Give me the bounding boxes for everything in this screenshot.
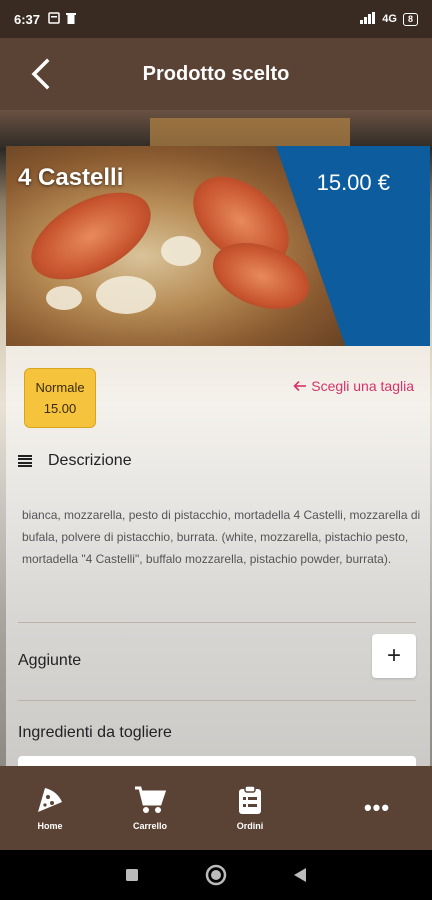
size-label: Normale — [35, 380, 85, 395]
nav-orders[interactable]: Ordini — [200, 766, 300, 850]
description-title: Descrizione — [48, 452, 132, 469]
list-icon — [18, 455, 32, 467]
app-bar: Prodotto scelto — [0, 38, 432, 110]
divider — [18, 700, 416, 701]
notification-icon — [48, 11, 60, 27]
product-details-card: Normale 15.00 Scegli una taglia Descrizi… — [6, 346, 430, 766]
home-circle-icon[interactable] — [205, 864, 227, 886]
trash-icon — [66, 12, 77, 27]
extras-label: Aggiunte — [18, 652, 82, 669]
divider — [18, 622, 416, 623]
remove-ingredients-label: Ingredienti da togliere — [18, 724, 172, 741]
background-image — [150, 118, 350, 146]
back-triangle-icon[interactable] — [293, 867, 307, 883]
battery-icon: 8 — [402, 12, 418, 26]
description-header: Descrizione — [18, 452, 132, 470]
product-content: 4 Castelli 15.00 € Normale 15.00 Scegli … — [0, 110, 432, 766]
status-time: 6:37 — [14, 11, 41, 27]
arrow-left-icon — [293, 380, 307, 392]
remove-ingredients-field[interactable] — [18, 756, 416, 766]
size-option-normale[interactable]: Normale 15.00 — [24, 368, 96, 428]
nav-more[interactable]: ••• — [322, 766, 432, 850]
nav-orders-label: Ordini — [236, 821, 264, 831]
signal-icon — [360, 11, 376, 27]
nav-cart[interactable]: Carrello — [100, 766, 200, 850]
description-text: bianca, mozzarella, pesto di pistacchio,… — [22, 508, 421, 566]
system-nav-bar — [0, 850, 432, 900]
size-price: 15.00 — [43, 401, 77, 416]
clipboard-icon — [239, 785, 261, 814]
size-hint: Scegli una taglia — [293, 378, 414, 394]
product-price: 15.00 € — [316, 170, 390, 195]
pizza-icon — [38, 788, 62, 812]
more-icon: ••• — [363, 795, 391, 820]
back-button[interactable] — [0, 38, 80, 110]
bottom-nav: Home Carrello Ordini ••• — [0, 766, 432, 850]
page-title: Prodotto scelto — [142, 62, 290, 85]
add-extras-button[interactable]: + — [372, 634, 416, 678]
recents-icon[interactable] — [125, 868, 139, 882]
status-bar: 6:37 4G 8 — [0, 0, 432, 38]
nav-cart-label: Carrello — [132, 821, 167, 831]
product-hero: 4 Castelli 15.00 € — [6, 146, 430, 346]
network-type: 4G — [382, 13, 397, 25]
nav-home[interactable]: Home — [0, 766, 100, 850]
size-hint-text: Scegli una taglia — [311, 378, 414, 394]
nav-home-label: Home — [37, 821, 63, 831]
cart-icon — [135, 786, 166, 813]
product-name: 4 Castelli — [18, 164, 124, 191]
back-arrow-icon — [31, 58, 50, 90]
status-right: 4G 8 — [360, 11, 418, 27]
